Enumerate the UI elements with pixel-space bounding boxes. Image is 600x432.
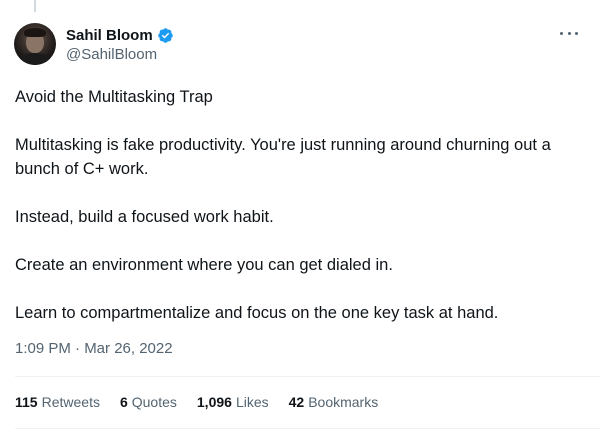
tweet-header: Sahil Bloom @SahilBloom	[14, 20, 586, 70]
thread-connector-line	[34, 0, 36, 12]
quotes-stat[interactable]: 6 Quotes	[120, 394, 177, 410]
tweet-paragraph: Instead, build a focused work habit.	[15, 208, 274, 226]
engagement-stats: 115 Retweets 6 Quotes 1,096 Likes 42 Bookmar…	[15, 394, 398, 410]
tweet-paragraph: Create an environment where you can get …	[15, 256, 393, 274]
bookmarks-label: Bookmarks	[308, 394, 379, 410]
retweets-label: Retweets	[41, 394, 100, 410]
author-names: Sahil Bloom @SahilBloom	[66, 25, 174, 63]
likes-label: Likes	[235, 394, 269, 410]
likes-count: 1,096	[196, 394, 232, 410]
more-dot	[575, 31, 578, 35]
retweets-stat[interactable]: 115 Retweets	[15, 394, 100, 410]
more-dot	[560, 31, 563, 35]
divider	[15, 428, 600, 429]
bookmarks-stat[interactable]: 42 Bookmarks	[289, 394, 379, 410]
tweet-text: Avoid the Multitasking Trap Multitasking…	[15, 85, 585, 325]
quotes-label: Quotes	[131, 394, 177, 410]
bookmarks-count: 42	[288, 394, 305, 410]
avatar-body	[19, 53, 51, 65]
verified-badge-icon	[157, 27, 173, 43]
display-name-row: Sahil Bloom	[66, 25, 174, 45]
tweet-timestamp[interactable]: 1:09 PM · Mar 26, 2022	[15, 340, 173, 357]
tweet-paragraph: Multitasking is fake productivity. You'r…	[15, 136, 551, 178]
more-options-icon[interactable]	[558, 26, 580, 40]
quotes-count: 6	[119, 394, 128, 410]
more-dot	[567, 31, 571, 35]
avatar-hair	[24, 28, 46, 37]
author-display-name[interactable]: Sahil Bloom	[66, 27, 153, 44]
tweet-paragraph: Learn to compartmentalize and focus on t…	[15, 304, 499, 322]
likes-stat[interactable]: 1,096 Likes	[197, 394, 269, 410]
author-handle[interactable]: @SahilBloom	[66, 46, 174, 63]
avatar[interactable]	[14, 23, 56, 65]
retweets-count: 115	[15, 394, 38, 410]
tweet-paragraph: Avoid the Multitasking Trap	[15, 88, 213, 106]
divider	[15, 376, 600, 377]
